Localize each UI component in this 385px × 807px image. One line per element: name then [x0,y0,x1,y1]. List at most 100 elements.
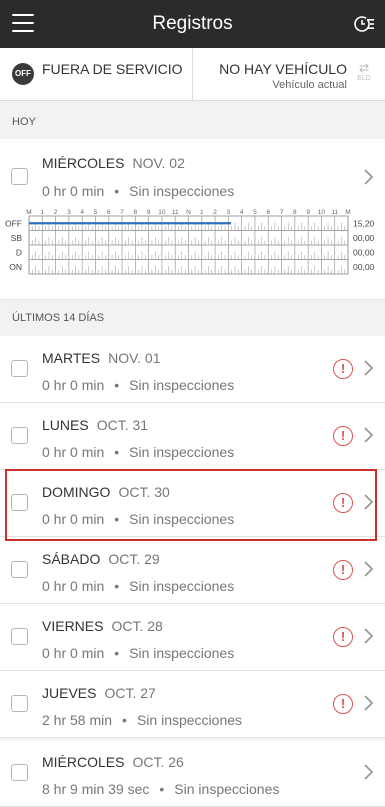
day-name: VIERNES [42,618,104,634]
day-name: MIÉRCOLES [42,754,125,770]
warning-icon[interactable]: ! [333,627,353,647]
hour-tick-label: 5 [253,209,257,216]
status-divider [192,48,193,100]
row-checkbox[interactable] [11,628,28,645]
hour-tick-label: 6 [107,209,111,216]
hour-tick-label: 10 [158,209,166,216]
day-date: NOV. 02 [132,155,185,171]
hour-tick-label: 9 [306,209,310,216]
chevron-right-icon[interactable] [363,693,375,713]
hour-tick-label: 8 [293,209,297,216]
day-date: NOV. 01 [108,350,161,366]
day-name: JUEVES [42,685,97,701]
graph-row-label: OFF [5,218,22,228]
log-day: SÁBADO OCT. 29 [42,551,160,567]
warning-icon[interactable]: ! [333,493,353,513]
hos-graph: M 1 2 3 4 5 6 7 8 9 10 11 N 1 2 3 4 5 6 7 8 9 10 11 M OFF 15,20 SB 0… [5,209,375,275]
warning-icon[interactable]: ! [333,359,353,379]
page-title: Registros [152,13,233,34]
hour-tick-label: 7 [280,209,284,216]
log-duration: 0 hr 0 min [42,183,105,199]
clock-list-icon[interactable] [353,13,375,35]
hour-tick-label: N [186,209,191,216]
hour-tick-label: 3 [67,209,71,216]
row-checkbox[interactable] [11,764,28,781]
log-row[interactable]: SÁBADO OCT. 29 0 hr 0 min • Sin inspecciones… [0,537,385,604]
hour-tick-label: 2 [213,209,217,216]
chevron-right-icon[interactable] [363,626,375,646]
log-row[interactable]: LUNES OCT. 31 0 hr 0 min • Sin inspecciones! [0,403,385,470]
log-inspections: Sin inspecciones [129,377,235,393]
row-checkbox[interactable] [11,695,28,712]
today-log-card[interactable]: MIÉRCOLES NOV. 02 0 hr 0 min • Sin inspecci… [0,139,385,300]
duty-status-label[interactable]: FUERA DE SERVICIO [42,61,183,77]
hour-tick-label: 10 [318,209,326,216]
log-info: 2 hr 58 min • Sin inspecciones [42,712,243,728]
log-row[interactable]: MARTES NOV. 01 0 hr 0 min • Sin inspecciones… [0,336,385,403]
hour-tick-label: 3 [227,209,231,216]
log-inspections: Sin inspecciones [136,712,243,728]
log-row[interactable]: JUEVES OCT. 27 2 hr 58 min • Sin inspeccione… [0,671,385,738]
chevron-right-icon[interactable] [363,762,375,782]
log-inspections: Sin inspecciones [129,578,235,594]
vehicle-label[interactable]: NO HAY VEHÍCULO [219,61,347,77]
day-date: OCT. 27 [104,685,156,701]
log-info: 0 hr 0 min • Sin inspecciones [42,444,235,460]
log-day: MIÉRCOLES OCT. 26 [42,754,184,770]
vehicle-sublabel: Vehículo actual [272,79,347,91]
row-checkbox[interactable] [11,561,28,578]
day-date: OCT. 30 [118,484,170,500]
hour-tick-label: 11 [172,209,179,216]
chevron-right-icon[interactable] [363,425,375,445]
day-name: MARTES [42,350,101,366]
log-info: 8 hr 9 min 39 sec • Sin inspecciones [42,781,280,797]
log-day: JUEVES OCT. 27 [42,685,156,701]
row-checkbox[interactable] [11,494,28,511]
hour-tick-label: 8 [134,209,138,216]
row-checkbox[interactable] [11,360,28,377]
log-duration: 0 hr 0 min [42,578,105,594]
log-duration: 2 hr 58 min [42,712,113,728]
log-duration: 0 hr 0 min [42,645,105,661]
section-today-header: HOY [12,116,36,128]
chevron-right-icon[interactable] [363,559,375,579]
day-name: DOMINGO [42,484,111,500]
log-day: MIÉRCOLES NOV. 02 [42,155,185,171]
log-duration: 8 hr 9 min 39 sec [42,781,150,797]
log-info: 0 hr 0 min • Sin inspecciones [42,183,235,199]
day-name: SÁBADO [42,551,101,567]
hour-tick-label: 11 [331,209,338,216]
log-row[interactable]: VIERNES OCT. 28 0 hr 0 min • Sin inspeccione… [0,604,385,671]
row-checkbox[interactable] [11,427,28,444]
hour-tick-label: 2 [54,209,58,216]
log-inspections: Sin inspecciones [129,183,235,199]
log-row[interactable]: MIÉRCOLES OCT. 26 8 hr 9 min 39 sec • Sin in… [0,740,385,807]
log-row[interactable]: DOMINGO OCT. 30 0 hr 0 min • Sin inspeccione… [0,470,385,537]
graph-row-label: D [16,247,22,257]
day-date: OCT. 29 [108,551,160,567]
graph-row-total: 00,00 [353,233,375,243]
chevron-right-icon[interactable] [363,492,375,512]
warning-icon[interactable]: ! [333,426,353,446]
hour-tick-label: 9 [147,209,151,216]
log-info: 0 hr 0 min • Sin inspecciones [42,377,235,393]
warning-icon[interactable]: ! [333,560,353,580]
hour-tick-label: 7 [120,209,124,216]
hour-tick-label: 5 [94,209,98,216]
duty-status-badge[interactable]: OFF [12,63,34,85]
chevron-right-icon[interactable] [363,167,375,187]
hour-tick-label: M [345,209,350,216]
hour-tick-label: 4 [80,209,84,216]
day-name: MIÉRCOLES [42,155,125,171]
graph-row-total: 00,00 [353,247,375,257]
chevron-right-icon[interactable] [363,358,375,378]
row-checkbox[interactable] [11,168,28,185]
log-duration: 0 hr 0 min [42,511,105,527]
app-header: Registros [0,0,385,48]
eld-switch-icon[interactable]: ⇄ ELD [355,62,373,84]
hour-tick-label: 1 [200,209,204,216]
log-info: 0 hr 0 min • Sin inspecciones [42,511,235,527]
log-day: LUNES OCT. 31 [42,417,148,433]
warning-icon[interactable]: ! [333,694,353,714]
log-duration: 0 hr 0 min [42,444,105,460]
